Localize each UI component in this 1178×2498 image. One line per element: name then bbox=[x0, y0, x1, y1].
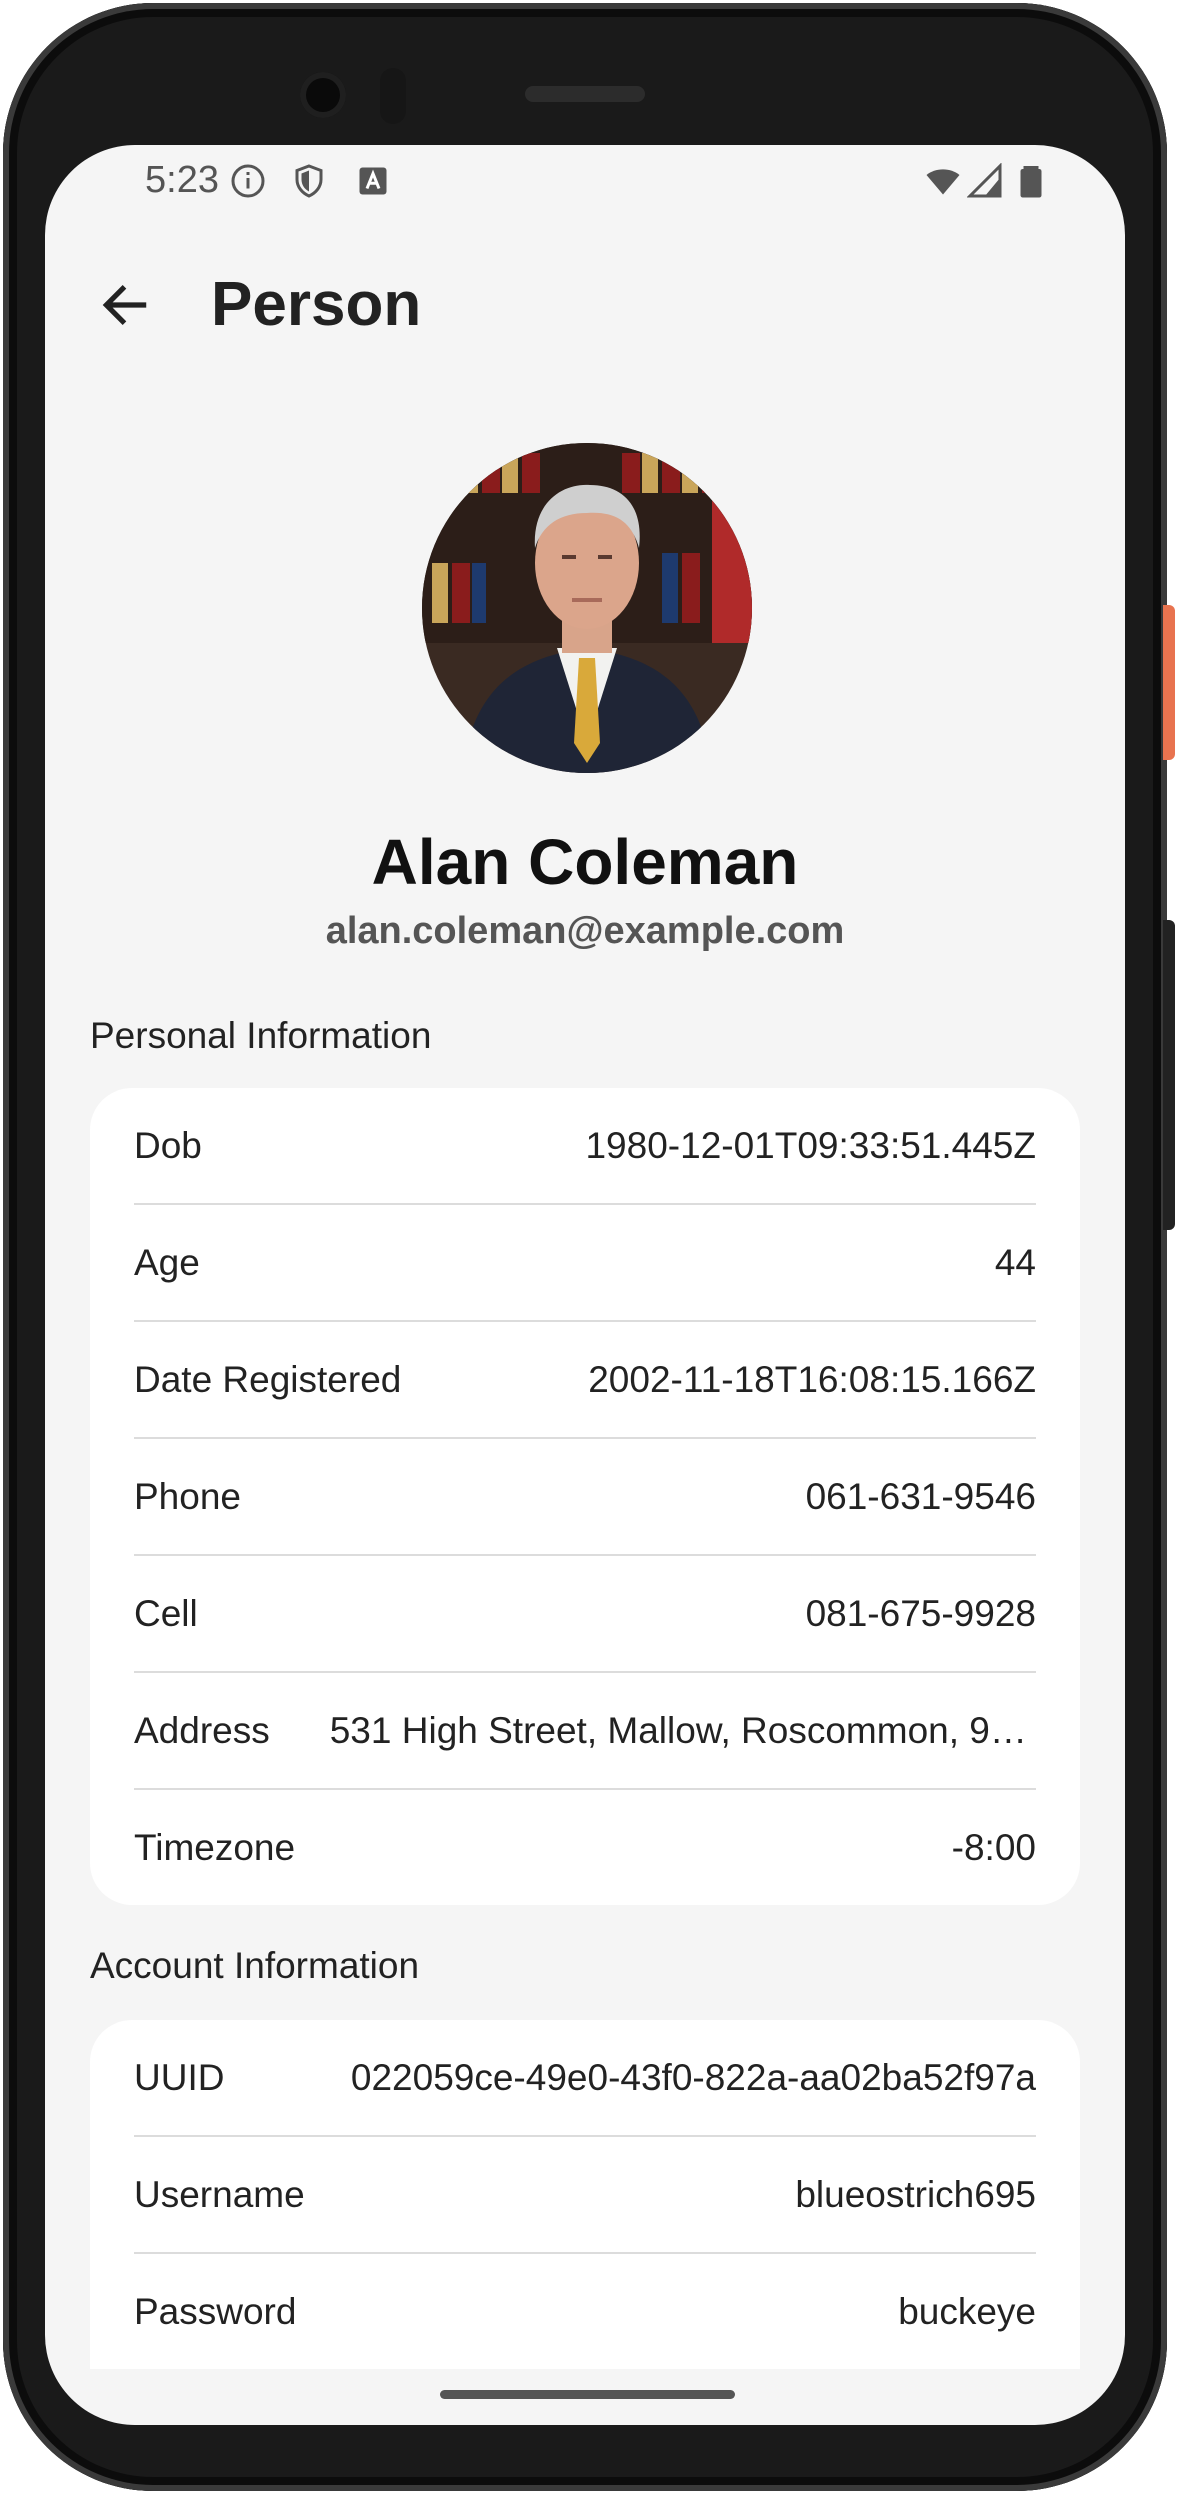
row-label: Password bbox=[134, 2290, 297, 2332]
info-icon bbox=[231, 164, 265, 198]
text-a-icon bbox=[359, 167, 387, 195]
row-value: 44 bbox=[994, 1241, 1036, 1283]
row-value: buckeye bbox=[898, 2290, 1036, 2332]
volume-button bbox=[1163, 920, 1175, 1230]
personal-information-card: Dob 1980-12-01T09:33:51.445Z Age 44 Date… bbox=[90, 1088, 1080, 1905]
row-value: 061-631-9546 bbox=[805, 1475, 1036, 1517]
row-value: 2002-11-18T16:08:15.166Z bbox=[588, 1358, 1036, 1400]
front-camera bbox=[300, 72, 346, 118]
info-row-phone: Phone 061-631-9546 bbox=[134, 1437, 1036, 1554]
info-row-dob: Dob 1980-12-01T09:33:51.445Z bbox=[134, 1088, 1036, 1203]
shield-icon bbox=[295, 164, 323, 198]
battery-icon bbox=[1020, 166, 1042, 198]
row-label: Dob bbox=[134, 1124, 202, 1166]
wifi-icon bbox=[926, 169, 960, 195]
row-value: 081-675-9928 bbox=[805, 1592, 1036, 1634]
info-row-age: Age 44 bbox=[134, 1203, 1036, 1320]
row-label: UUID bbox=[134, 2056, 225, 2098]
personal-information-title: Personal Information bbox=[90, 1015, 432, 1056]
row-label: Date Registered bbox=[134, 1358, 402, 1400]
power-button bbox=[1163, 605, 1175, 760]
row-label: Timezone bbox=[134, 1826, 296, 1868]
person-email: alan.coleman@example.com bbox=[325, 910, 845, 952]
page-title: Person bbox=[211, 270, 422, 339]
screen: 5:23 Person Alan Coleman alan.coleman@ex… bbox=[45, 145, 1125, 2425]
status-bar: 5:23 bbox=[45, 145, 1125, 215]
row-label: Address bbox=[134, 1709, 270, 1751]
row-label: Username bbox=[134, 2173, 305, 2215]
row-value: -8:00 bbox=[951, 1826, 1036, 1868]
row-label: Phone bbox=[134, 1475, 241, 1517]
row-value: 022059ce-49e0-43f0-822a-aa02ba52f97a bbox=[350, 2056, 1036, 2098]
back-button[interactable] bbox=[85, 265, 165, 345]
info-row-uuid: UUID 022059ce-49e0-43f0-822a-aa02ba52f97… bbox=[134, 2020, 1036, 2135]
info-row-timezone: Timezone -8:00 bbox=[134, 1788, 1036, 1905]
info-row-address: Address 531 High Street, Mallow, Roscomm… bbox=[134, 1671, 1036, 1788]
arrow-left-icon bbox=[102, 285, 147, 325]
proximity-sensor bbox=[380, 68, 406, 124]
info-row-cell: Cell 081-675-9928 bbox=[134, 1554, 1036, 1671]
info-row-date-registered: Date Registered 2002-11-18T16:08:15.166Z bbox=[134, 1320, 1036, 1437]
avatar bbox=[422, 443, 752, 773]
info-row-username: Username blueostrich695 bbox=[134, 2135, 1036, 2252]
info-row-password: Password buckeye bbox=[134, 2252, 1036, 2369]
row-value: 1980-12-01T09:33:51.445Z bbox=[585, 1124, 1036, 1166]
row-label: Age bbox=[134, 1241, 200, 1283]
account-information-title: Account Information bbox=[90, 1945, 420, 1986]
account-information-card: UUID 022059ce-49e0-43f0-822a-aa02ba52f97… bbox=[90, 2020, 1080, 2369]
earpiece-speaker bbox=[525, 86, 645, 102]
row-value: 531 High Street, Mallow, Roscommon, 94..… bbox=[329, 1709, 1036, 1751]
person-name: Alan Coleman bbox=[371, 826, 799, 898]
status-time: 5:23 bbox=[145, 159, 219, 201]
signal-icon bbox=[967, 163, 1002, 198]
home-indicator[interactable] bbox=[440, 2390, 735, 2399]
app-bar: Person bbox=[45, 245, 1125, 365]
row-value: blueostrich695 bbox=[795, 2173, 1036, 2215]
row-label: Cell bbox=[134, 1592, 198, 1634]
